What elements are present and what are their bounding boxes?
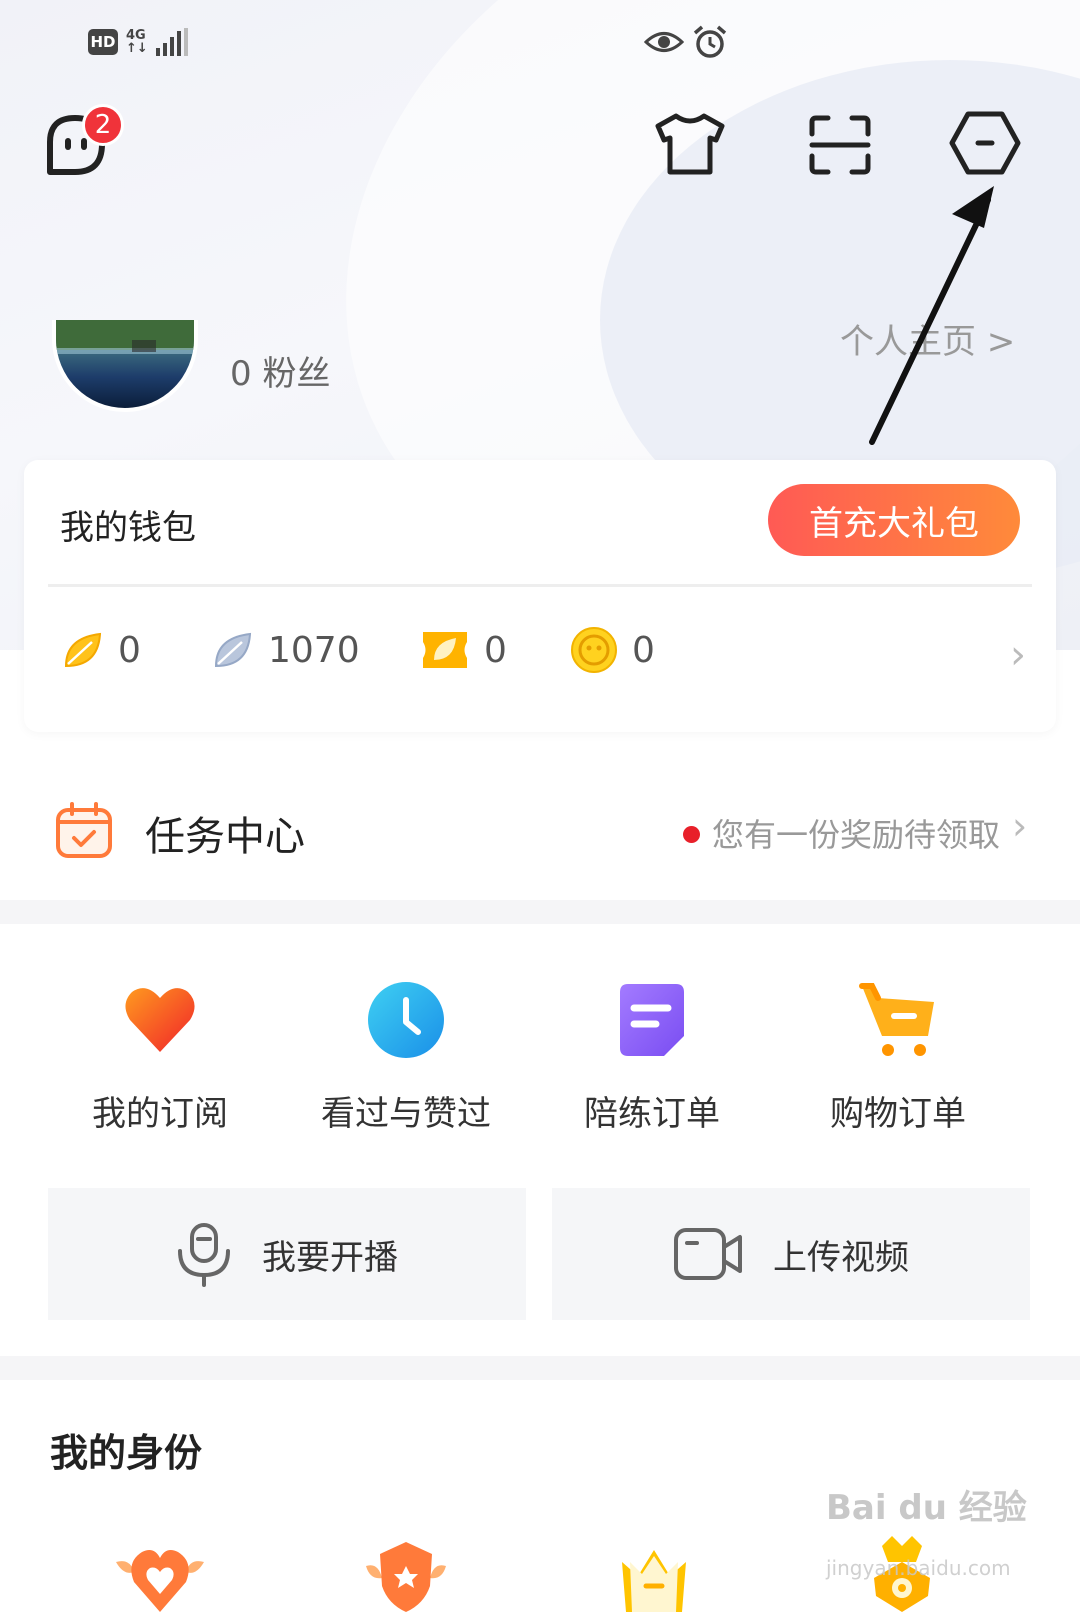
hd-badge: HD — [88, 29, 118, 55]
wallet-item-leaf-ticket[interactable]: 0 — [420, 622, 507, 678]
crown-badge-icon[interactable] — [604, 1532, 704, 1612]
baidu-watermark-url: jingyan.baidu.com — [826, 1556, 1011, 1580]
chevron-right-icon: › — [1012, 804, 1028, 848]
network-indicator: 4G ↑↓ — [126, 28, 148, 56]
microphone-icon — [178, 1223, 230, 1287]
divider — [48, 584, 1032, 587]
message-badge: 2 — [82, 104, 124, 146]
reward-hint: 您有一份奖励待领取 — [712, 816, 1001, 854]
section-divider — [0, 900, 1080, 924]
heart-icon — [125, 988, 195, 1052]
wallet-chevron-icon[interactable]: › — [1010, 632, 1026, 678]
upload-video-button[interactable]: 上传视频 — [552, 1188, 1030, 1320]
identity-section-title: 我的身份 — [50, 1431, 203, 1475]
eye-icon — [644, 32, 684, 52]
cart-icon — [859, 983, 934, 1056]
coin-icon — [571, 627, 617, 673]
grid-item-subscriptions[interactable]: 我的订阅 — [40, 980, 280, 1140]
baidu-watermark: Bai du 经验 — [826, 1488, 1027, 1528]
go-live-button[interactable]: 我要开播 — [48, 1188, 526, 1320]
silver-leaf-icon — [214, 632, 252, 668]
wallet-item-silver-leaf[interactable]: 1070 — [210, 622, 360, 678]
wallet-item-gold-leaf[interactable]: 0 — [60, 622, 141, 678]
grid-item-history[interactable]: 看过与赞过 — [286, 980, 526, 1140]
status-bar-right — [644, 22, 728, 62]
section-divider — [0, 1356, 1080, 1380]
wallet-card: 我的钱包 首充大礼包 0 1070 0 0 › — [24, 460, 1056, 732]
wallet-item-coin[interactable]: 0 — [570, 622, 655, 678]
clock-icon — [368, 982, 444, 1058]
tshirt-icon — [655, 113, 725, 175]
task-center-row[interactable]: 任务中心 您有一份奖励待领取 › — [0, 760, 1080, 900]
settings-hexagon-icon — [949, 111, 1021, 175]
outfit-button[interactable] — [654, 112, 726, 176]
fans-count[interactable]: 0 粉丝 — [230, 346, 330, 395]
video-camera-icon — [674, 1228, 742, 1280]
task-center-title: 任务中心 — [145, 814, 305, 860]
settings-button[interactable] — [948, 110, 1022, 176]
first-recharge-gift-button[interactable]: 首充大礼包 — [768, 484, 1020, 556]
scan-button[interactable] — [808, 114, 872, 176]
note-icon — [620, 984, 684, 1056]
personal-homepage-link[interactable]: 个人主页 > — [840, 314, 1015, 363]
reward-dot — [683, 826, 700, 843]
gold-leaf-icon — [64, 632, 102, 668]
status-bar-left: HD 4G ↑↓ — [88, 22, 188, 62]
star-shield-badge-icon[interactable] — [356, 1532, 456, 1612]
calendar-check-icon — [56, 802, 112, 858]
signal-icon — [155, 28, 188, 56]
wallet-title: 我的钱包 — [60, 508, 196, 548]
grid-item-shopping-orders[interactable]: 购物订单 — [778, 980, 1018, 1140]
scan-icon — [809, 115, 871, 175]
alarm-icon — [693, 25, 727, 58]
grid-item-coach-orders[interactable]: 陪练订单 — [532, 980, 772, 1140]
leaf-ticket-icon — [423, 632, 467, 668]
fan-heart-badge-icon[interactable] — [110, 1532, 210, 1612]
